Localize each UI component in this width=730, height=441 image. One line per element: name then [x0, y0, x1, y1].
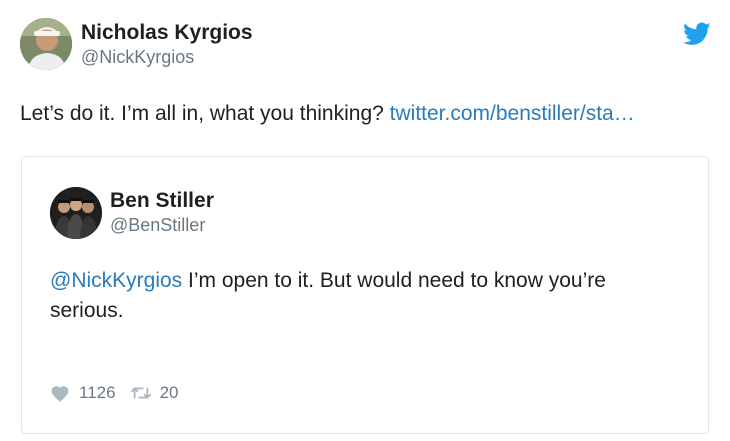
retweet-button[interactable]: 20: [130, 383, 179, 403]
tweet-body-text: Let’s do it. I’m all in, what you thinki…: [20, 102, 390, 125]
tweet-text: Let’s do it. I’m all in, what you thinki…: [20, 100, 635, 128]
quoted-author-handle[interactable]: @BenStiller: [110, 214, 205, 236]
author-name[interactable]: Nicholas Kyrgios: [81, 20, 253, 46]
quoted-author-avatar[interactable]: [50, 187, 102, 239]
author-handle[interactable]: @NickKyrgios: [81, 46, 194, 68]
retweet-count: 20: [159, 383, 179, 402]
quoted-tweet-card[interactable]: Ben Stiller @BenStiller @NickKyrgios I’m…: [21, 156, 709, 434]
quoted-tweet-link[interactable]: twitter.com/benstiller/sta…: [390, 102, 635, 125]
twitter-bird-icon[interactable]: [683, 22, 711, 46]
heart-icon: [50, 384, 70, 402]
like-button[interactable]: 1126: [50, 383, 116, 403]
retweet-icon: [130, 385, 152, 401]
tweet-actions: 1126 20: [50, 381, 178, 405]
quoted-tweet-text: @NickKyrgios I’m open to it. But would n…: [50, 266, 680, 326]
quoted-author-name[interactable]: Ben Stiller: [110, 188, 214, 214]
embedded-tweet: Nicholas Kyrgios @NickKyrgios Let’s do i…: [0, 0, 730, 441]
mention-link[interactable]: @NickKyrgios: [50, 269, 182, 292]
author-avatar[interactable]: [20, 18, 72, 70]
like-count: 1126: [79, 383, 116, 402]
